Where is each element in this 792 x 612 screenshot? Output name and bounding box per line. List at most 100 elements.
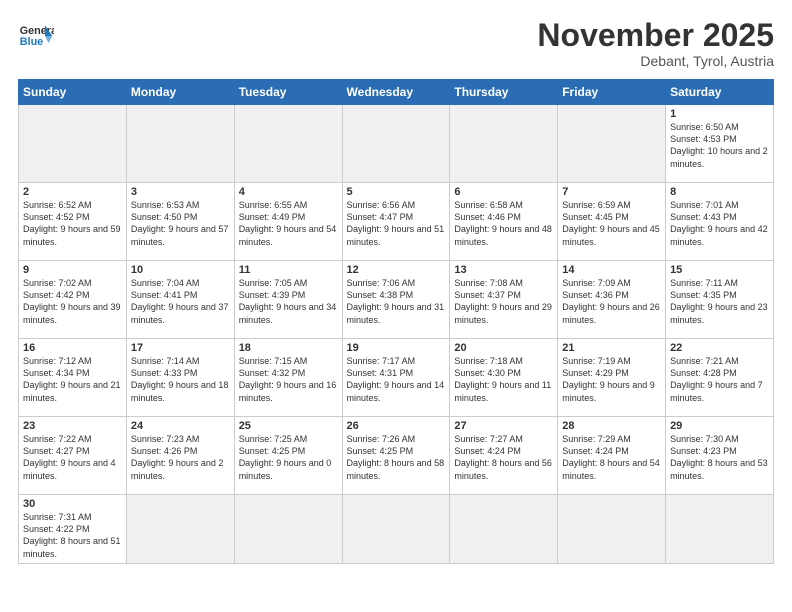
- calendar-cell: 24Sunrise: 7:23 AM Sunset: 4:26 PM Dayli…: [126, 417, 234, 495]
- day-info: Sunrise: 7:22 AM Sunset: 4:27 PM Dayligh…: [23, 433, 122, 482]
- calendar-cell: [126, 105, 234, 183]
- day-info: Sunrise: 7:12 AM Sunset: 4:34 PM Dayligh…: [23, 355, 122, 404]
- day-number: 4: [239, 186, 338, 198]
- day-number: 3: [131, 186, 230, 198]
- calendar-cell: 12Sunrise: 7:06 AM Sunset: 4:38 PM Dayli…: [342, 261, 450, 339]
- day-number: 9: [23, 264, 122, 276]
- day-info: Sunrise: 7:23 AM Sunset: 4:26 PM Dayligh…: [131, 433, 230, 482]
- day-number: 21: [562, 342, 661, 354]
- day-number: 15: [670, 264, 769, 276]
- day-number: 2: [23, 186, 122, 198]
- day-info: Sunrise: 7:19 AM Sunset: 4:29 PM Dayligh…: [562, 355, 661, 404]
- month-title: November 2025: [537, 18, 774, 53]
- day-number: 12: [347, 264, 446, 276]
- calendar-cell: [342, 495, 450, 564]
- day-info: Sunrise: 7:26 AM Sunset: 4:25 PM Dayligh…: [347, 433, 446, 482]
- day-number: 26: [347, 420, 446, 432]
- day-number: 14: [562, 264, 661, 276]
- day-info: Sunrise: 6:59 AM Sunset: 4:45 PM Dayligh…: [562, 199, 661, 248]
- title-block: November 2025 Debant, Tyrol, Austria: [537, 18, 774, 69]
- weekday-header-wednesday: Wednesday: [342, 80, 450, 105]
- calendar-cell: 9Sunrise: 7:02 AM Sunset: 4:42 PM Daylig…: [19, 261, 127, 339]
- calendar-cell: 27Sunrise: 7:27 AM Sunset: 4:24 PM Dayli…: [450, 417, 558, 495]
- location: Debant, Tyrol, Austria: [537, 53, 774, 69]
- day-info: Sunrise: 7:27 AM Sunset: 4:24 PM Dayligh…: [454, 433, 553, 482]
- calendar-cell: 25Sunrise: 7:25 AM Sunset: 4:25 PM Dayli…: [234, 417, 342, 495]
- day-info: Sunrise: 6:55 AM Sunset: 4:49 PM Dayligh…: [239, 199, 338, 248]
- calendar-cell: [234, 105, 342, 183]
- day-info: Sunrise: 6:53 AM Sunset: 4:50 PM Dayligh…: [131, 199, 230, 248]
- calendar-cell: 17Sunrise: 7:14 AM Sunset: 4:33 PM Dayli…: [126, 339, 234, 417]
- calendar-cell: [558, 495, 666, 564]
- calendar-cell: 21Sunrise: 7:19 AM Sunset: 4:29 PM Dayli…: [558, 339, 666, 417]
- weekday-header-row: SundayMondayTuesdayWednesdayThursdayFrid…: [19, 80, 774, 105]
- weekday-header-monday: Monday: [126, 80, 234, 105]
- page: General Blue November 2025 Debant, Tyrol…: [0, 0, 792, 612]
- day-number: 18: [239, 342, 338, 354]
- calendar-week-3: 9Sunrise: 7:02 AM Sunset: 4:42 PM Daylig…: [19, 261, 774, 339]
- weekday-header-thursday: Thursday: [450, 80, 558, 105]
- day-number: 16: [23, 342, 122, 354]
- calendar-cell: [342, 105, 450, 183]
- day-number: 7: [562, 186, 661, 198]
- day-number: 20: [454, 342, 553, 354]
- day-number: 30: [23, 498, 122, 510]
- calendar-cell: 3Sunrise: 6:53 AM Sunset: 4:50 PM Daylig…: [126, 183, 234, 261]
- calendar-cell: 4Sunrise: 6:55 AM Sunset: 4:49 PM Daylig…: [234, 183, 342, 261]
- day-info: Sunrise: 7:15 AM Sunset: 4:32 PM Dayligh…: [239, 355, 338, 404]
- weekday-header-sunday: Sunday: [19, 80, 127, 105]
- day-info: Sunrise: 7:05 AM Sunset: 4:39 PM Dayligh…: [239, 277, 338, 326]
- calendar-cell: 22Sunrise: 7:21 AM Sunset: 4:28 PM Dayli…: [666, 339, 774, 417]
- day-number: 29: [670, 420, 769, 432]
- day-info: Sunrise: 7:08 AM Sunset: 4:37 PM Dayligh…: [454, 277, 553, 326]
- calendar-cell: [666, 495, 774, 564]
- day-info: Sunrise: 7:31 AM Sunset: 4:22 PM Dayligh…: [23, 511, 122, 560]
- day-number: 27: [454, 420, 553, 432]
- day-info: Sunrise: 7:29 AM Sunset: 4:24 PM Dayligh…: [562, 433, 661, 482]
- calendar-cell: 13Sunrise: 7:08 AM Sunset: 4:37 PM Dayli…: [450, 261, 558, 339]
- calendar-cell: 15Sunrise: 7:11 AM Sunset: 4:35 PM Dayli…: [666, 261, 774, 339]
- day-number: 5: [347, 186, 446, 198]
- logo-icon: General Blue: [18, 18, 54, 54]
- day-info: Sunrise: 7:21 AM Sunset: 4:28 PM Dayligh…: [670, 355, 769, 404]
- calendar-cell: 5Sunrise: 6:56 AM Sunset: 4:47 PM Daylig…: [342, 183, 450, 261]
- day-info: Sunrise: 7:01 AM Sunset: 4:43 PM Dayligh…: [670, 199, 769, 248]
- day-number: 6: [454, 186, 553, 198]
- calendar-cell: 7Sunrise: 6:59 AM Sunset: 4:45 PM Daylig…: [558, 183, 666, 261]
- day-number: 1: [670, 108, 769, 120]
- day-number: 11: [239, 264, 338, 276]
- day-info: Sunrise: 7:06 AM Sunset: 4:38 PM Dayligh…: [347, 277, 446, 326]
- weekday-header-tuesday: Tuesday: [234, 80, 342, 105]
- day-info: Sunrise: 7:02 AM Sunset: 4:42 PM Dayligh…: [23, 277, 122, 326]
- calendar-week-4: 16Sunrise: 7:12 AM Sunset: 4:34 PM Dayli…: [19, 339, 774, 417]
- calendar: SundayMondayTuesdayWednesdayThursdayFrid…: [18, 79, 774, 564]
- calendar-cell: [126, 495, 234, 564]
- day-info: Sunrise: 7:25 AM Sunset: 4:25 PM Dayligh…: [239, 433, 338, 482]
- calendar-cell: 18Sunrise: 7:15 AM Sunset: 4:32 PM Dayli…: [234, 339, 342, 417]
- calendar-cell: [234, 495, 342, 564]
- day-info: Sunrise: 6:52 AM Sunset: 4:52 PM Dayligh…: [23, 199, 122, 248]
- day-number: 8: [670, 186, 769, 198]
- calendar-cell: 16Sunrise: 7:12 AM Sunset: 4:34 PM Dayli…: [19, 339, 127, 417]
- day-number: 13: [454, 264, 553, 276]
- day-number: 10: [131, 264, 230, 276]
- day-number: 19: [347, 342, 446, 354]
- calendar-week-5: 23Sunrise: 7:22 AM Sunset: 4:27 PM Dayli…: [19, 417, 774, 495]
- day-info: Sunrise: 7:09 AM Sunset: 4:36 PM Dayligh…: [562, 277, 661, 326]
- day-info: Sunrise: 7:14 AM Sunset: 4:33 PM Dayligh…: [131, 355, 230, 404]
- calendar-cell: [19, 105, 127, 183]
- calendar-cell: 23Sunrise: 7:22 AM Sunset: 4:27 PM Dayli…: [19, 417, 127, 495]
- calendar-cell: 10Sunrise: 7:04 AM Sunset: 4:41 PM Dayli…: [126, 261, 234, 339]
- day-info: Sunrise: 7:18 AM Sunset: 4:30 PM Dayligh…: [454, 355, 553, 404]
- calendar-cell: [558, 105, 666, 183]
- svg-text:Blue: Blue: [20, 36, 43, 48]
- day-info: Sunrise: 7:04 AM Sunset: 4:41 PM Dayligh…: [131, 277, 230, 326]
- day-number: 22: [670, 342, 769, 354]
- day-number: 24: [131, 420, 230, 432]
- calendar-cell: 11Sunrise: 7:05 AM Sunset: 4:39 PM Dayli…: [234, 261, 342, 339]
- day-number: 17: [131, 342, 230, 354]
- calendar-cell: 2Sunrise: 6:52 AM Sunset: 4:52 PM Daylig…: [19, 183, 127, 261]
- day-info: Sunrise: 7:30 AM Sunset: 4:23 PM Dayligh…: [670, 433, 769, 482]
- calendar-cell: 1Sunrise: 6:50 AM Sunset: 4:53 PM Daylig…: [666, 105, 774, 183]
- calendar-cell: 19Sunrise: 7:17 AM Sunset: 4:31 PM Dayli…: [342, 339, 450, 417]
